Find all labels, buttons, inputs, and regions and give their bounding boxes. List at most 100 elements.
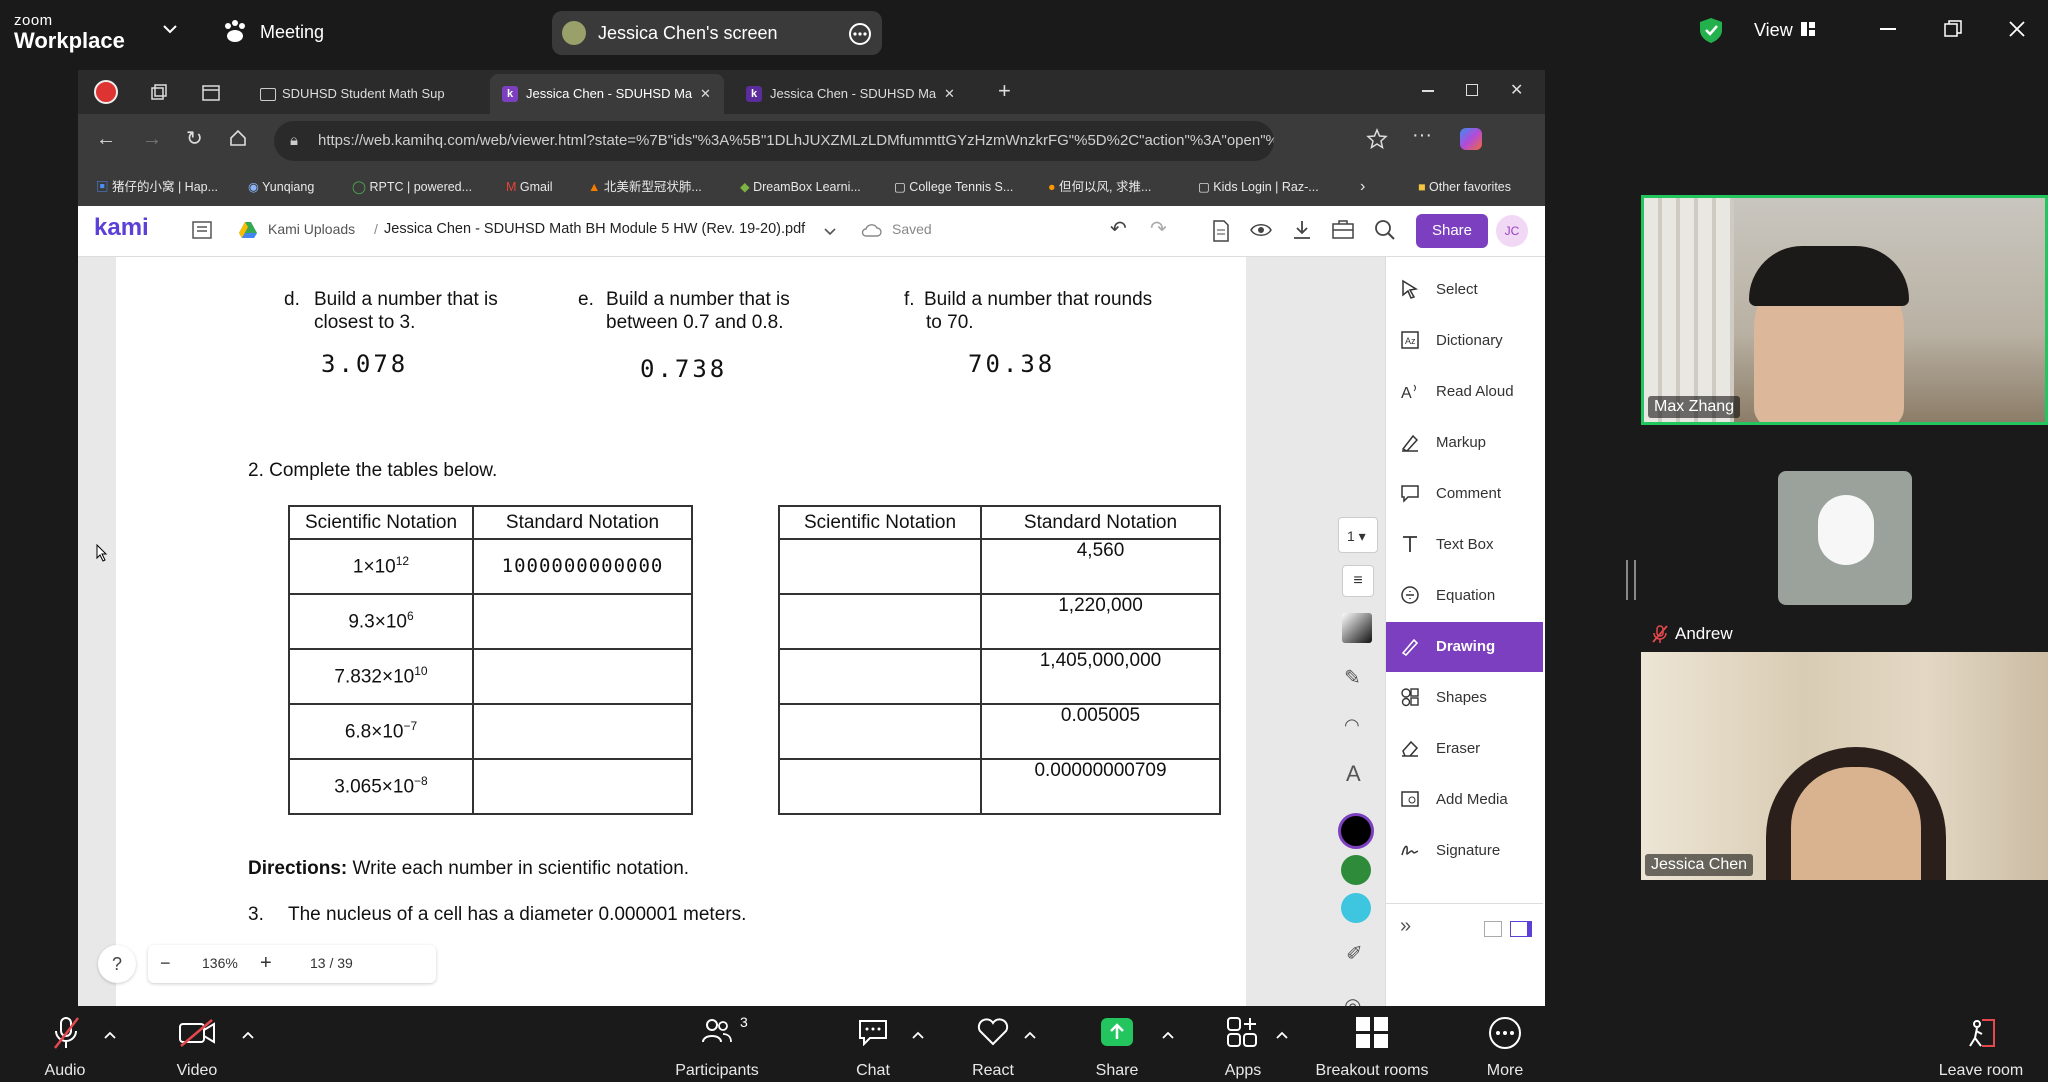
zoom-out-icon[interactable]: −	[160, 953, 171, 974]
other-favorites[interactable]: ■ Other favorites	[1418, 168, 1511, 206]
bookmark-item[interactable]: ▲ 北美新型冠状肺...	[588, 168, 702, 206]
tool-shapes[interactable]: Shapes	[1386, 673, 1543, 723]
audio-button[interactable]: Audio	[10, 1006, 120, 1082]
page-indicator[interactable]: 13 / 39	[310, 955, 353, 971]
standard-cell[interactable]	[472, 758, 693, 815]
tool-drawing[interactable]: Drawing	[1386, 622, 1543, 672]
shield-check-icon[interactable]	[1698, 16, 1724, 49]
download-icon[interactable]	[1292, 219, 1312, 246]
undo-icon[interactable]: ↶	[1110, 216, 1127, 241]
tool-equation[interactable]: Equation	[1386, 571, 1543, 621]
bookmark-item[interactable]: ▢ College Tennis S...	[894, 168, 1013, 206]
file-name[interactable]: Jessica Chen - SDUHSD Math BH Module 5 H…	[384, 221, 805, 237]
bookmark-item[interactable]: M Gmail	[506, 168, 553, 206]
search-icon[interactable]	[1374, 219, 1396, 246]
reload-icon[interactable]: ↻	[186, 126, 203, 151]
view-button[interactable]: View	[1754, 20, 1793, 41]
zoom-in-icon[interactable]: +	[260, 952, 272, 975]
share-options-chevron-icon[interactable]	[1162, 1026, 1174, 1044]
scientific-cell[interactable]	[778, 758, 982, 815]
more-options-icon[interactable]	[848, 22, 872, 51]
panel-resize-handle[interactable]	[1626, 560, 1636, 600]
standard-cell[interactable]	[472, 648, 693, 705]
tab-kami-active[interactable]: k Jessica Chen - SDUHSD Ma ✕	[490, 74, 724, 114]
breakout-rooms-button[interactable]: Breakout rooms	[1302, 1006, 1442, 1082]
tool-eraser[interactable]: Eraser	[1386, 724, 1543, 774]
back-icon[interactable]: ←	[96, 128, 116, 151]
bookmark-item[interactable]: ◉ Yunqiang	[248, 168, 314, 206]
home-icon[interactable]	[228, 128, 248, 153]
layout-right-icon[interactable]	[1510, 921, 1532, 937]
standard-cell[interactable]	[472, 593, 693, 650]
url-field[interactable]: 🔒︎ https://web.kamihq.com/web/viewer.htm…	[274, 121, 1274, 161]
participants-button[interactable]: 3 Participants	[662, 1006, 772, 1082]
color-green-swatch[interactable]	[1341, 855, 1371, 885]
tab-close-icon[interactable]: ✕	[700, 74, 711, 114]
tool-select[interactable]: Select	[1386, 265, 1543, 315]
chevron-down-icon[interactable]	[162, 22, 178, 40]
profile-avatar[interactable]	[94, 80, 118, 104]
apps-options-chevron-icon[interactable]	[1276, 1026, 1288, 1044]
zoom-level[interactable]: 136%	[202, 955, 238, 971]
share-screen-button[interactable]: Share	[1062, 1006, 1172, 1082]
chevron-right-icon[interactable]: ›	[1360, 168, 1365, 206]
video-tile-jessica[interactable]: Jessica Chen	[1641, 652, 2048, 880]
ruler-icon[interactable]: ✎	[1344, 665, 1361, 690]
scientific-cell[interactable]	[778, 538, 982, 595]
redo-icon[interactable]: ↷	[1150, 216, 1167, 241]
browser-restore-icon[interactable]	[1466, 84, 1478, 96]
document-icon[interactable]	[1212, 220, 1230, 247]
copilot-icon[interactable]	[1460, 128, 1482, 150]
user-avatar[interactable]: JC	[1496, 215, 1528, 247]
standard-cell[interactable]: 1000000000000	[472, 538, 693, 595]
audio-options-chevron-icon[interactable]	[104, 1026, 116, 1044]
tool-markup[interactable]: Markup	[1386, 418, 1543, 468]
layout-left-icon[interactable]	[1484, 921, 1502, 937]
tool-read-aloud[interactable]: A Read Aloud	[1386, 367, 1543, 417]
browser-close-icon[interactable]: ✕	[1510, 80, 1523, 100]
tool-comment[interactable]: Comment	[1386, 469, 1543, 519]
tool-signature[interactable]: Signature	[1386, 826, 1543, 876]
help-icon[interactable]: ?	[98, 945, 136, 983]
apps-button[interactable]: Apps	[1188, 1006, 1298, 1082]
color-black-swatch[interactable]	[1338, 813, 1374, 849]
chat-options-chevron-icon[interactable]	[912, 1026, 924, 1044]
tab-close-icon[interactable]: ✕	[944, 74, 955, 114]
menu-dots-icon[interactable]: ···	[1412, 124, 1432, 147]
scientific-cell[interactable]	[778, 648, 982, 705]
toolbox-icon[interactable]	[1332, 219, 1354, 244]
bookmark-item[interactable]: ● 但何以风, 求推...	[1048, 168, 1151, 206]
bookmark-item[interactable]: ◆ DreamBox Learni...	[740, 168, 861, 206]
pdf-page[interactable]: d. Build a number that is closest to 3. …	[116, 257, 1246, 1006]
bookmark-item[interactable]: ◯ RPTC | powered...	[352, 168, 472, 206]
tab-kami-2[interactable]: k Jessica Chen - SDUHSD Ma ✕	[734, 74, 968, 114]
more-button[interactable]: More	[1450, 1006, 1560, 1082]
video-options-chevron-icon[interactable]	[242, 1026, 254, 1044]
workspaces-icon[interactable]	[150, 84, 168, 107]
palette-icon[interactable]: ◎	[1344, 993, 1361, 1006]
leave-room-button[interactable]: Leave room	[1926, 1006, 2036, 1082]
tool-add-media[interactable]: Add Media	[1386, 775, 1543, 825]
tab-student-math[interactable]: SDUHSD Student Math Sup	[246, 74, 474, 114]
video-tile-max[interactable]: Max Zhang	[1641, 195, 2048, 425]
text-style-icon[interactable]: A	[1346, 761, 1361, 787]
react-button[interactable]: React	[938, 1006, 1048, 1082]
favorites-icon[interactable]	[1366, 128, 1388, 155]
new-tab-icon[interactable]: +	[998, 78, 1011, 104]
outline-icon[interactable]	[192, 220, 212, 245]
protractor-icon[interactable]: ◠	[1344, 715, 1360, 736]
tool-text-box[interactable]: Text Box	[1386, 520, 1543, 570]
bookmark-item[interactable]: ▢ Kids Login | Raz-...	[1198, 168, 1319, 206]
gradient-swatch-icon[interactable]	[1342, 613, 1372, 643]
share-button[interactable]: Share	[1416, 214, 1488, 248]
scientific-cell[interactable]	[778, 593, 982, 650]
meeting-label[interactable]: Meeting	[260, 22, 324, 43]
bookmark-item[interactable]: ▣ 猪仔的小窝 | Hap...	[96, 168, 218, 206]
breadcrumb-root[interactable]: Kami Uploads	[268, 221, 355, 237]
screen-share-indicator[interactable]: Jessica Chen's screen	[552, 11, 882, 55]
expand-panel-icon[interactable]: »	[1400, 915, 1411, 938]
eyedropper-icon[interactable]: ✐	[1346, 941, 1363, 966]
close-icon[interactable]	[2008, 20, 2026, 43]
tool-dictionary[interactable]: Az Dictionary	[1386, 316, 1543, 366]
grid-view-icon[interactable]	[1800, 21, 1816, 42]
